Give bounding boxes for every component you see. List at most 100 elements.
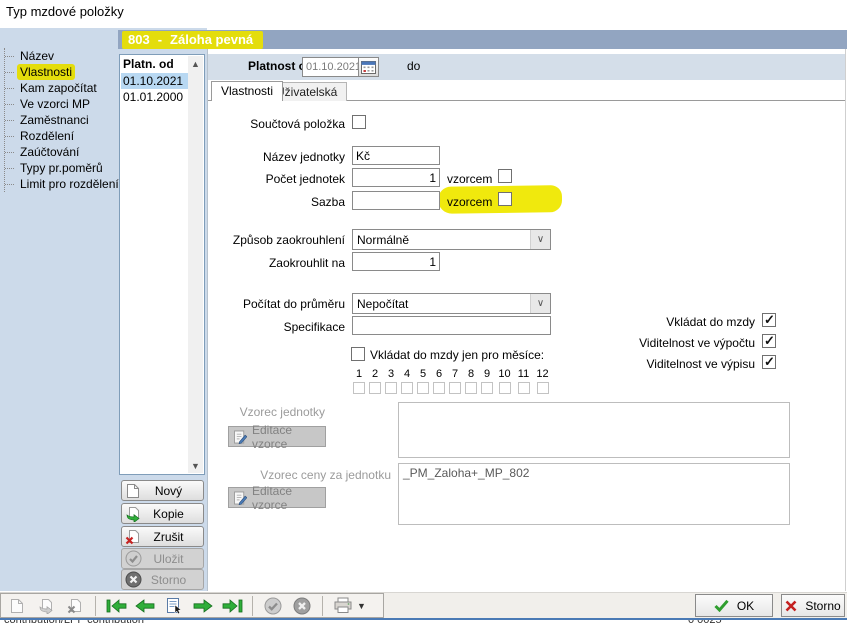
save-record-button[interactable]: Uložit (121, 548, 204, 569)
save-check-icon (122, 550, 144, 567)
prev-record-icon[interactable] (133, 595, 157, 617)
storno-x-icon (785, 600, 797, 612)
mesice-checkbox[interactable] (351, 347, 365, 361)
pocet-jednotek-input[interactable] (352, 168, 440, 187)
toolbar-save-icon[interactable] (261, 595, 285, 617)
vkladat-do-mzdy-checkbox[interactable] (762, 313, 776, 327)
edit-formula-icon (234, 430, 247, 444)
status-left-text: contribution/LPF contribution (4, 620, 144, 626)
list-item-date[interactable]: 01.10.2021 (121, 73, 188, 89)
viditelnost-vypisu-checkbox[interactable] (762, 355, 776, 369)
vzorec-ceny-label: Vzorec ceny za jednotku (207, 468, 391, 482)
delete-record-button[interactable]: Zrušit (121, 526, 204, 547)
cancel-record-button[interactable]: Storno (121, 569, 204, 590)
vzorec-jednotky-label: Vzorec jednotky (207, 405, 325, 419)
month-10-checkbox[interactable] (499, 382, 511, 394)
delete-doc-icon (122, 529, 144, 545)
wage-item-type-window: Typ mzdové položky 803 - Záloha pevná Ná… (0, 0, 847, 627)
month-4-checkbox[interactable] (401, 382, 413, 394)
souctova-polozka-label: Součtová položka (207, 117, 345, 131)
new-record-button[interactable]: Nový (121, 480, 204, 501)
scroll-up-icon[interactable]: ▲ (188, 56, 203, 71)
record-name: Záloha pevná (170, 32, 253, 47)
toolbar-copy-record-icon[interactable] (34, 595, 58, 617)
mesice-label: Vkládat do mzdy jen pro měsíce: (370, 348, 544, 362)
pocet-vzorcem-checkbox[interactable] (498, 169, 512, 183)
copy-icon (122, 506, 144, 522)
print-icon[interactable] (331, 595, 355, 617)
tabstrip: Vlastnosti Uživatelská (208, 81, 845, 101)
specifikace-input[interactable] (352, 316, 551, 335)
viditelnost-vypoctu-label: Viditelnost ve výpočtu (600, 336, 755, 350)
pocitat-do-prumeru-select[interactable]: Nepočítat ∨ (352, 293, 551, 314)
chevron-down-icon[interactable]: ∨ (530, 294, 550, 313)
validity-from-input[interactable]: 01.10.2021 (302, 57, 359, 77)
listbox-header: Platn. od (123, 57, 174, 71)
sazba-vzorcem-label: vzorcem (447, 195, 492, 209)
new-doc-icon (122, 483, 144, 499)
list-item-date[interactable]: 01.01.2000 (121, 89, 188, 105)
cancel-x-icon (122, 571, 144, 588)
tab-vlastnosti[interactable]: Vlastnosti (211, 81, 283, 101)
month-11-checkbox[interactable] (518, 382, 530, 394)
copy-record-button[interactable]: Kopie (121, 503, 204, 524)
ok-button[interactable]: OK (695, 594, 773, 617)
zpusob-zaokrouhleni-label: Způsob zaokrouhlení (207, 233, 345, 247)
print-dropdown-caret-icon[interactable]: ▼ (357, 601, 366, 611)
calendar-button[interactable] (358, 57, 379, 77)
toolbar-delete-record-icon[interactable] (63, 595, 87, 617)
month-1-checkbox[interactable] (353, 382, 365, 394)
sazba-vzorcem-checkbox[interactable] (498, 192, 512, 206)
month-6-checkbox[interactable] (433, 382, 445, 394)
editace-vzorce-jednotky-button[interactable]: Editace vzorce (228, 426, 326, 447)
vzorec-jednotky-textarea[interactable] (398, 402, 790, 458)
specifikace-label: Specifikace (207, 320, 345, 334)
edit-formula-icon (234, 491, 247, 505)
month-7-checkbox[interactable] (449, 382, 461, 394)
month-2-checkbox[interactable] (369, 382, 381, 394)
vkladat-do-mzdy-label: Vkládat do mzdy (600, 315, 755, 329)
listbox-items: 01.10.2021 01.01.2000 (121, 73, 188, 105)
sazba-label: Sazba (207, 195, 345, 209)
nazev-jednotky-input[interactable] (352, 146, 440, 165)
toolbar-separator (95, 596, 96, 616)
storno-button[interactable]: Storno (781, 594, 845, 617)
toolbar-icon-panel: ▼ (0, 593, 384, 618)
toolbar-new-record-icon[interactable] (5, 595, 29, 617)
first-record-icon[interactable] (104, 595, 128, 617)
viditelnost-vypisu-label: Viditelnost ve výpisu (600, 357, 755, 371)
status-right-text: 0 0025 (688, 620, 722, 626)
month-3-checkbox[interactable] (385, 382, 397, 394)
zpusob-zaokrouhleni-select[interactable]: Normálně ∨ (352, 229, 551, 250)
pocet-vzorcem-label: vzorcem (447, 172, 492, 186)
month-9-checkbox[interactable] (481, 382, 493, 394)
toolbar-cancel-icon[interactable] (290, 595, 314, 617)
record-separator: - (158, 32, 162, 47)
listbox-scrollbar[interactable]: ▲ ▼ (188, 56, 203, 473)
ok-check-icon (714, 599, 729, 612)
viditelnost-vypoctu-checkbox[interactable] (762, 334, 776, 348)
calendar-icon (361, 60, 376, 74)
month-8-checkbox[interactable] (465, 382, 477, 394)
record-code: 803 (128, 32, 150, 47)
month-12-checkbox[interactable] (537, 382, 549, 394)
record-header-highlight: 803 - Záloha pevná (122, 31, 263, 49)
editace-vzorce-ceny-button[interactable]: Editace vzorce (228, 487, 326, 508)
toolbar-separator (322, 596, 323, 616)
vzorec-ceny-textarea[interactable]: _PM_Zaloha+_MP_802 (398, 463, 790, 525)
month-5-checkbox[interactable] (417, 382, 429, 394)
browse-records-icon[interactable] (162, 595, 186, 617)
validity-listbox: Platn. od 01.10.2021 01.01.2000 ▲ ▼ (119, 54, 205, 475)
sazba-input[interactable] (352, 191, 440, 210)
chevron-down-icon[interactable]: ∨ (530, 230, 550, 249)
zaokrouhlit-na-input[interactable] (352, 252, 440, 271)
next-record-icon[interactable] (191, 595, 215, 617)
souctova-polozka-checkbox[interactable] (352, 115, 366, 129)
status-bar: contribution/LPF contribution 0 0025 (0, 620, 847, 627)
window-title: Typ mzdové položky (6, 4, 124, 19)
pocet-jednotek-label: Počet jednotek (207, 172, 345, 186)
scroll-down-icon[interactable]: ▼ (188, 458, 203, 473)
record-header-bar: 803 - Záloha pevná (118, 30, 847, 49)
last-record-icon[interactable] (220, 595, 244, 617)
zaokrouhlit-na-label: Zaokrouhlit na (207, 256, 345, 270)
